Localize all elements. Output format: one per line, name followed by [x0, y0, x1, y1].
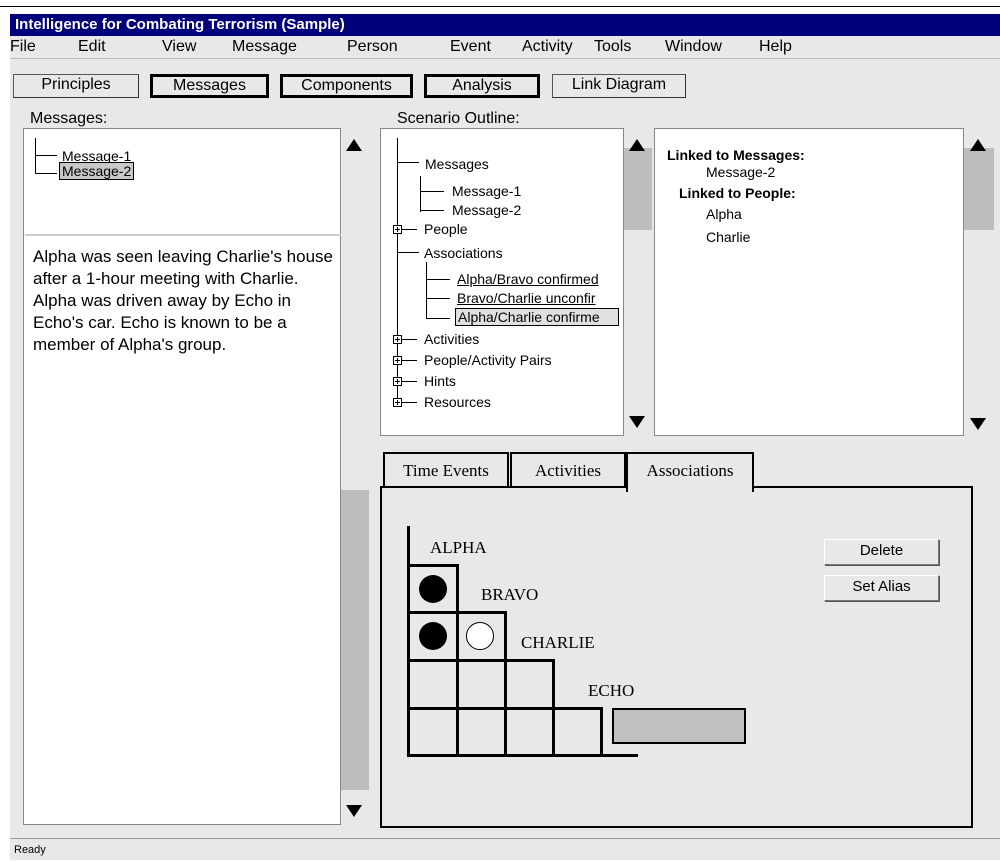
- status-bar: Ready: [10, 838, 1000, 860]
- linked-messages-label: Linked to Messages:: [667, 147, 805, 163]
- title-bar: Intelligence for Combating Terrorism (Sa…: [10, 14, 1000, 36]
- set-alias-button[interactable]: Set Alias: [824, 575, 939, 601]
- linked-person-alpha[interactable]: Alpha: [706, 206, 742, 222]
- window-top-border: [0, 6, 1000, 7]
- expand-resources-icon[interactable]: [393, 398, 402, 407]
- tab-time-events[interactable]: Time Events: [383, 452, 509, 488]
- menu-activity[interactable]: Activity: [522, 36, 573, 58]
- messages-label: Messages:: [30, 110, 108, 127]
- tree-messages[interactable]: Messages: [425, 156, 489, 172]
- scroll-up-icon[interactable]: [629, 139, 645, 151]
- menu-person[interactable]: Person: [347, 36, 398, 58]
- menu-window[interactable]: Window: [665, 36, 722, 58]
- matrix-label-bravo: BRAVO: [481, 585, 539, 604]
- expand-people-icon[interactable]: [393, 225, 402, 234]
- tree-hints[interactable]: Hints: [424, 373, 456, 389]
- tab-associations[interactable]: Associations: [626, 452, 754, 492]
- expand-hints-icon[interactable]: [393, 377, 402, 386]
- link-diagram-button[interactable]: Link Diagram: [552, 74, 686, 98]
- scroll-down-icon[interactable]: [970, 418, 986, 430]
- scroll-down-icon[interactable]: [346, 805, 362, 817]
- menu-view[interactable]: View: [162, 36, 196, 58]
- menu-file[interactable]: File: [10, 36, 36, 58]
- matrix-label-charlie: CHARLIE: [521, 633, 595, 652]
- linked-people-label: Linked to People:: [679, 185, 796, 201]
- messages-panel: [23, 128, 341, 825]
- splitter[interactable]: [25, 234, 341, 236]
- tree-alpha-bravo[interactable]: Alpha/Bravo confirmed: [457, 271, 599, 287]
- expand-activities-icon[interactable]: [393, 335, 402, 344]
- matrix-label-alpha: ALPHA: [430, 538, 487, 557]
- menu-message[interactable]: Message: [232, 36, 297, 58]
- tree-line: [35, 138, 36, 174]
- delete-button[interactable]: Delete: [824, 539, 939, 565]
- unconfirmed-association-circle[interactable]: [466, 622, 494, 650]
- linked-message-item[interactable]: Message-2: [706, 164, 775, 180]
- details-scroll-thumb[interactable]: [964, 148, 994, 230]
- menu-event[interactable]: Event: [450, 36, 491, 58]
- message-body-text: Alpha was seen leaving Charlie's house a…: [33, 247, 333, 354]
- expand-pairs-icon[interactable]: [393, 356, 402, 365]
- menu-bar: File Edit View Message Person Event Acti…: [10, 36, 1000, 58]
- tree-activities[interactable]: Activities: [424, 331, 479, 347]
- linked-person-charlie[interactable]: Charlie: [706, 229, 750, 245]
- tab-activities[interactable]: Activities: [510, 452, 626, 488]
- analysis-button[interactable]: Analysis: [424, 74, 540, 98]
- window-title: Intelligence for Combating Terrorism (Sa…: [15, 16, 345, 33]
- menu-help[interactable]: Help: [759, 36, 792, 58]
- menu-tools[interactable]: Tools: [594, 36, 631, 58]
- confirmed-association-dot[interactable]: [419, 622, 447, 650]
- tree-alpha-charlie-selected[interactable]: Alpha/Charlie confirme: [455, 308, 619, 326]
- scroll-up-icon[interactable]: [346, 139, 362, 151]
- confirmed-association-dot[interactable]: [419, 575, 447, 603]
- tree-resources[interactable]: Resources: [424, 394, 491, 410]
- tree-message-1[interactable]: Message-1: [452, 183, 521, 199]
- scroll-down-icon[interactable]: [629, 416, 645, 428]
- messages-button[interactable]: Messages: [150, 74, 269, 98]
- tree-people[interactable]: People: [424, 221, 468, 237]
- matrix-label-echo: ECHO: [588, 681, 635, 700]
- components-button[interactable]: Components: [280, 74, 413, 98]
- alias-field[interactable]: [612, 708, 746, 744]
- matrix-grid: [407, 526, 410, 756]
- tree-people-activity-pairs[interactable]: People/Activity Pairs: [424, 352, 552, 368]
- scroll-up-icon[interactable]: [970, 139, 986, 151]
- outline-label: Scenario Outline:: [397, 110, 520, 127]
- details-panel: [654, 128, 964, 436]
- message-2-item-selected[interactable]: Message-2: [59, 162, 135, 180]
- messages-scroll-thumb[interactable]: [341, 490, 369, 790]
- outline-scroll-thumb[interactable]: [624, 148, 652, 230]
- principles-button[interactable]: Principles: [13, 74, 139, 98]
- tree-associations[interactable]: Associations: [424, 245, 503, 261]
- menu-edit[interactable]: Edit: [78, 36, 106, 58]
- tree-bravo-charlie[interactable]: Bravo/Charlie unconfir: [457, 290, 596, 306]
- tree-message-2[interactable]: Message-2: [452, 202, 521, 218]
- status-text: Ready: [14, 844, 46, 856]
